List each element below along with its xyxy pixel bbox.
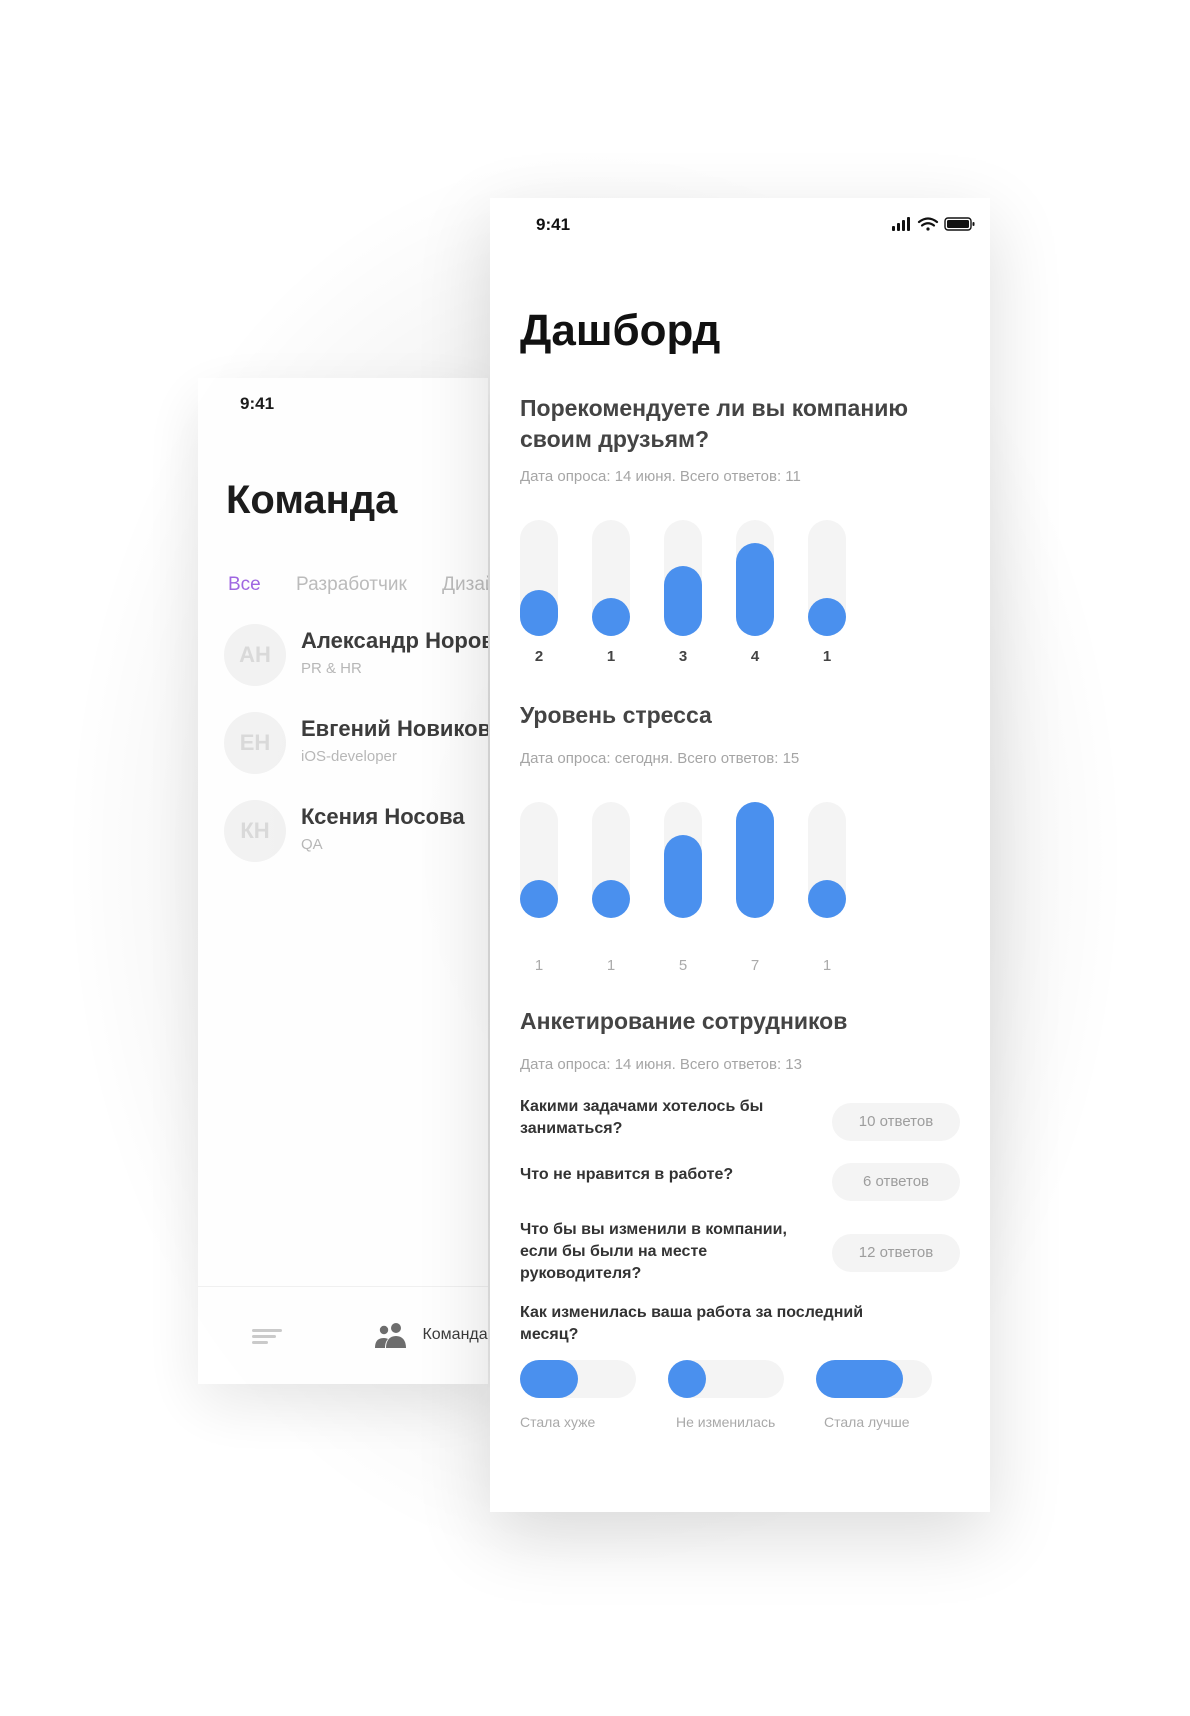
work-change-bar-better <box>816 1360 932 1398</box>
section-subtitle-recommend: Дата опроса: 14 июня. Всего ответов: 11 <box>520 468 801 485</box>
member-name: Александр Норов <box>301 628 488 653</box>
bar <box>736 802 774 918</box>
signal-icon <box>892 217 910 231</box>
list-item[interactable]: КН Ксения Носова QA <box>224 800 488 866</box>
section-subtitle-stress: Дата опроса: сегодня. Всего ответов: 15 <box>520 750 800 767</box>
work-change-label: Не изменилась <box>676 1414 776 1430</box>
bar <box>592 880 630 918</box>
bar <box>592 598 630 636</box>
work-change-fill <box>520 1360 578 1398</box>
bar <box>664 835 702 918</box>
page-title: Дашборд <box>520 306 721 355</box>
bar <box>520 589 558 636</box>
survey-question[interactable]: Что не нравится в работе? <box>520 1164 810 1186</box>
bar-value-label: 1 <box>822 648 832 665</box>
section-title-survey: Анкетирование сотрудников <box>520 1008 848 1034</box>
member-role: PR & HR <box>301 660 362 677</box>
survey-question: Как изменилась ваша работа за последний … <box>520 1304 864 1343</box>
answers-badge[interactable]: 6 ответов <box>832 1163 960 1201</box>
status-icons <box>892 217 975 231</box>
battery-icon <box>944 217 975 231</box>
member-name: Евгений Новиков <box>301 716 488 741</box>
survey-question[interactable]: Что бы вы изменили в компании, если бы б… <box>520 1219 810 1285</box>
avatar: КН <box>224 800 286 862</box>
page-title: Команда <box>226 478 398 522</box>
work-change-bar-worse <box>520 1360 636 1398</box>
work-change-label: Стала лучше <box>824 1414 910 1430</box>
bar-value-label: 1 <box>606 957 616 974</box>
menu-icon[interactable] <box>252 1329 282 1347</box>
section-subtitle-survey: Дата опроса: 14 июня. Всего ответов: 13 <box>520 1056 802 1073</box>
bar-value-label: 1 <box>534 957 544 974</box>
nav-item-label: Команда <box>422 1326 488 1343</box>
bar-value-label: 7 <box>750 957 760 974</box>
nav-item-team[interactable]: Команда <box>374 1321 488 1349</box>
work-change-label: Стала хуже <box>520 1414 596 1430</box>
filter-tabs: Все Разработчик Дизайнер <box>228 574 488 596</box>
bar-value-label: 2 <box>534 648 544 665</box>
section-title-recommend: Порекомендуете ли вы компанию своим друз… <box>520 395 909 452</box>
member-name: Ксения Носова <box>301 804 465 829</box>
tab-designer[interactable]: Дизайнер <box>442 574 488 596</box>
bar <box>736 543 774 636</box>
bar <box>520 880 558 918</box>
bar <box>808 598 846 636</box>
dashboard-screen: 9:41 Дашборд Порекомендуете ли вы компан… <box>490 198 990 1512</box>
wifi-icon <box>917 217 939 231</box>
stress-chart: 1 1 5 7 1 <box>520 802 850 987</box>
tab-all[interactable]: Все <box>228 574 261 596</box>
bar <box>664 566 702 636</box>
people-icon <box>375 1323 406 1348</box>
section-title-stress: Уровень стресса <box>520 702 712 728</box>
list-item[interactable]: АН Александр Норов PR & HR <box>224 624 488 690</box>
work-change-bar-same <box>668 1360 784 1398</box>
work-change-fill <box>668 1360 706 1398</box>
bar-value-label: 3 <box>678 648 688 665</box>
answers-badge[interactable]: 10 ответов <box>832 1103 960 1141</box>
bar-value-label: 1 <box>606 648 616 665</box>
bottom-nav: Команда <box>198 1286 488 1384</box>
survey-question[interactable]: Какими задачами хотелось бы заниматься? <box>520 1096 810 1140</box>
recommend-chart: 2 1 3 4 1 <box>520 520 850 680</box>
member-role: QA <box>301 836 323 853</box>
member-role: iOS-developer <box>301 748 397 765</box>
avatar: ЕН <box>224 712 286 774</box>
list-item[interactable]: ЕН Евгений Новиков iOS-developer <box>224 712 488 778</box>
avatar: АН <box>224 624 286 686</box>
tab-developer[interactable]: Разработчик <box>296 574 407 596</box>
status-time: 9:41 <box>240 394 275 413</box>
bar-value-label: 4 <box>750 648 760 665</box>
bar-value-label: 5 <box>678 957 688 974</box>
answers-badge[interactable]: 12 ответов <box>832 1234 960 1272</box>
team-screen: 9:41 Команда Все Разработчик Дизайнер АН… <box>198 378 488 1384</box>
work-change-fill <box>816 1360 903 1398</box>
status-time: 9:41 <box>536 215 571 234</box>
bar <box>808 880 846 918</box>
bar-value-label: 1 <box>822 957 832 974</box>
